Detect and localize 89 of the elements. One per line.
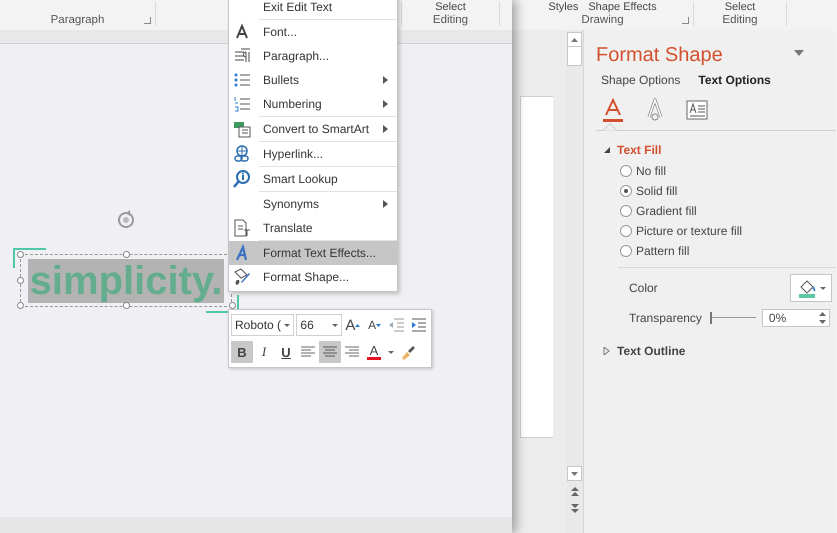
pane-title: Format Shape [596,44,723,67]
search-info-icon [233,170,251,188]
numbering-icon [233,95,251,113]
dialog-launcher-icon[interactable] [144,17,151,24]
bullets-icon [233,71,251,89]
radio-button[interactable] [620,165,632,177]
group-label: Editing [722,14,758,26]
resize-handle[interactable] [123,251,130,258]
scroll-down-icon[interactable] [567,466,582,481]
menu-item[interactable]: Format Text Effects... [229,241,397,265]
ribbon-command[interactable]: Select [724,2,756,13]
radio-button[interactable] [620,225,632,237]
group-label: Paragraph [50,14,104,26]
format-painter-icon [400,344,416,360]
font-color-button[interactable]: A [363,341,385,363]
italic-button[interactable]: I [253,341,275,363]
dropdown-arrow-icon[interactable] [332,324,338,326]
down-caret-icon [376,324,382,326]
collapse-arrow-icon[interactable] [603,146,611,154]
spinner-icon[interactable] [818,312,826,324]
paint-bucket-icon [796,278,816,298]
menu-item[interactable]: Numbering [229,92,397,116]
radio-button[interactable] [620,185,632,197]
paint-bucket-icon [233,268,251,286]
ribbon-command[interactable]: Shape Effects [588,2,657,13]
dialog-launcher-icon[interactable] [682,17,689,24]
transparency-slider[interactable] [710,312,756,324]
bold-button[interactable]: B [231,341,253,363]
radio-label: No fill [636,164,666,178]
font-icon [233,23,251,41]
font-name-field[interactable]: Roboto ( [231,314,294,336]
text-fill-icon[interactable] [601,98,625,122]
radio-label: Picture or texture fill [636,224,742,238]
dropdown-arrow-icon[interactable] [284,324,290,326]
options-tab[interactable]: Shape Options [601,73,680,87]
menu-item[interactable]: Smart Lookup [229,167,397,191]
resize-handle[interactable] [17,277,24,284]
radio-button[interactable] [620,245,632,257]
resize-handle[interactable] [17,251,24,258]
radio-label: Pattern fill [636,244,690,258]
font-size-field[interactable]: 66 [296,314,342,336]
translate-icon [233,219,251,237]
transparency-field[interactable]: 0% [762,309,830,327]
scroll-up-icon[interactable] [567,32,582,47]
transparency-label: Transparency [629,311,702,325]
section-header[interactable]: Text Outline [617,344,686,358]
next-slide-icon[interactable] [570,503,578,513]
radio-button[interactable] [620,205,632,217]
resize-handle[interactable] [17,302,24,309]
radio-label: Gradient fill [636,204,697,218]
color-label: Color [629,281,659,295]
up-caret-icon [355,324,360,326]
scroll-thumb[interactable] [567,47,582,66]
menu-item[interactable]: Exit Edit Text [229,0,397,19]
section-header[interactable]: Text Fill [617,143,662,157]
group-label: Editing [432,14,468,26]
options-tab[interactable]: Text Options [698,73,771,87]
menu-item[interactable]: Paragraph... [229,44,397,68]
align-center-button[interactable] [319,341,341,363]
ribbon-command[interactable]: Select [435,2,466,13]
ribbon-command[interactable]: Styles [548,2,578,13]
rotate-handle-icon[interactable] [116,210,136,230]
expand-arrow-icon[interactable] [603,347,611,355]
shrink-font-button[interactable]: A [364,314,386,336]
menu-item[interactable]: Synonyms [229,192,397,216]
menu-item[interactable]: Format Shape... [229,265,397,289]
menu-item[interactable]: Hyperlink... [229,142,397,166]
menu-item[interactable]: Bullets [229,68,397,92]
dropdown-arrow-icon [820,286,826,290]
paragraph-icon [233,47,251,65]
radio-label: Solid fill [636,184,678,198]
slide-text: simplicity. [28,258,224,302]
color-picker-button[interactable] [790,274,832,302]
menu-item[interactable]: Translate [229,216,397,240]
menu-item[interactable]: Font... [229,20,397,44]
resize-handle[interactable] [229,302,236,309]
dropdown-arrow-icon[interactable] [794,50,804,56]
indent-icon [410,317,427,333]
text-box-icon[interactable] [685,98,709,122]
globe-link-icon [233,145,251,163]
smartart-icon [233,120,251,138]
grow-font-button[interactable]: A [342,314,364,336]
group-label: Drawing [581,14,624,26]
previous-slide-icon[interactable] [570,487,578,497]
outdent-icon [388,317,405,333]
underline-button[interactable]: U [275,341,297,363]
menu-item[interactable]: Convert to SmartArt [229,117,397,141]
scroll-bar[interactable] [566,30,583,533]
resize-handle[interactable] [123,302,130,309]
